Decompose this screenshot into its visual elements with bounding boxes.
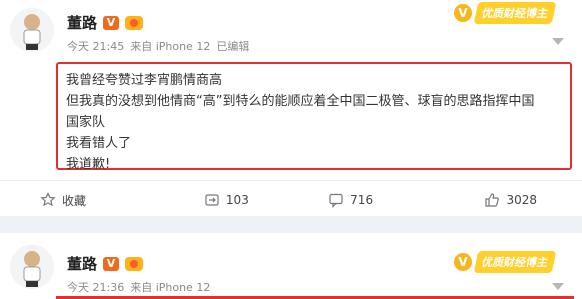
avatar[interactable]: [10, 8, 54, 52]
author-name[interactable]: 董路: [67, 12, 97, 33]
v-badge-icon: V: [454, 4, 472, 22]
avatar[interactable]: [10, 245, 54, 289]
badge-text: 优质财经博主: [473, 251, 557, 273]
thumbs-up-icon: [485, 193, 500, 207]
edited-label[interactable]: 已编辑: [216, 38, 249, 54]
quality-blogger-badge: V 优质财经博主: [454, 2, 557, 24]
post-line: 我道歉!: [66, 157, 111, 172]
author-name[interactable]: 董路: [67, 253, 97, 274]
post-meta: 今天 21:45 来自 iPhone 12 已编辑: [67, 38, 249, 54]
post-timestamp[interactable]: 今天 21:36: [67, 279, 124, 295]
post-source: 来自 iPhone 12: [130, 281, 211, 294]
verified-icon: V: [103, 15, 120, 30]
weibo-post-card: 董路 V 今天 21:45 来自 iPhone 12 已编辑 V 优质财经博主 …: [0, 0, 582, 216]
repost-button[interactable]: 103: [164, 192, 288, 208]
post-line: 国家队: [66, 115, 106, 130]
post-source: 来自 iPhone 12: [130, 40, 211, 53]
like-count: 3028: [506, 193, 537, 207]
quality-blogger-badge: V 优质财经博主: [454, 251, 557, 273]
star-icon: [40, 192, 56, 207]
chevron-down-icon[interactable]: [552, 283, 564, 290]
repost-count: 103: [225, 193, 249, 207]
repost-icon: [205, 194, 219, 206]
member-level-icon: [125, 15, 144, 30]
verified-icon: V: [103, 256, 120, 271]
post-timestamp[interactable]: 今天 21:45: [67, 38, 124, 54]
like-button[interactable]: 3028: [413, 192, 582, 208]
comment-button[interactable]: 716: [289, 192, 413, 208]
comment-icon: [329, 193, 343, 208]
weibo-post-card: 董路 V 今天 21:36 来自 iPhone 12 V 优质财经博主: [0, 233, 582, 299]
chevron-down-icon[interactable]: [552, 38, 564, 45]
comment-count: 716: [350, 193, 374, 207]
favorite-button[interactable]: 收藏: [0, 192, 164, 209]
post-meta: 今天 21:36 来自 iPhone 12: [67, 279, 210, 295]
post-author[interactable]: 董路 V: [67, 253, 144, 274]
post-line: 但我真的没想到他情商“高”到特么的能顺应着全中国二极管、球盲的思路指挥中国: [66, 94, 535, 109]
post-line: 我曾经夸赞过李宵鹏情商高: [66, 73, 223, 88]
post-line: 我看错人了: [66, 136, 132, 151]
divider: [0, 180, 582, 181]
post-author[interactable]: 董路 V: [67, 12, 144, 33]
member-level-icon: [125, 256, 144, 271]
favorite-label: 收藏: [62, 193, 87, 208]
v-badge-icon: V: [454, 253, 472, 271]
badge-text: 优质财经博主: [473, 2, 557, 24]
post-action-bar: 收藏 103 716 3028: [0, 184, 582, 216]
post-content: 我曾经夸赞过李宵鹏情商高 但我真的没想到他情商“高”到特么的能顺应着全中国二极管…: [56, 62, 572, 172]
